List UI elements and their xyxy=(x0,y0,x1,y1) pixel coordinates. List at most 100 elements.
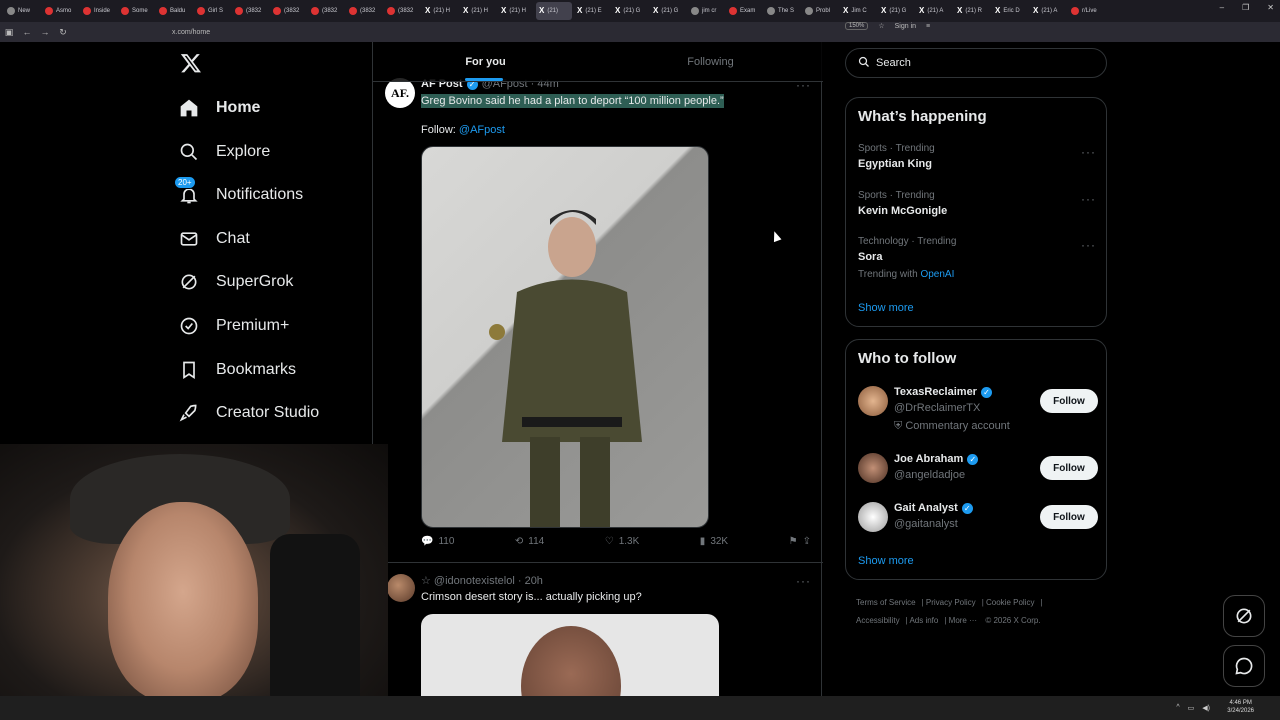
follow-button[interactable]: Follow xyxy=(1040,456,1098,480)
browser-tab[interactable]: Girl S xyxy=(194,2,230,20)
sidebar-item-notifications[interactable]: 20+ Notifications xyxy=(174,176,303,206)
avatar[interactable] xyxy=(858,502,888,532)
sign-in-button[interactable]: Sign in xyxy=(895,23,916,30)
follow-suggestion[interactable]: Gait Analyst ✓ @gaitanalyst Follow xyxy=(858,502,1098,542)
network-icon[interactable]: ▭ xyxy=(1188,704,1195,712)
x-logo-icon[interactable] xyxy=(180,52,202,74)
footer-link[interactable]: More ··· xyxy=(949,616,977,625)
share-icon[interactable]: ⇪ xyxy=(803,536,811,547)
footer-link[interactable]: Terms of Service xyxy=(856,598,916,607)
views-button[interactable]: ▮ 32K xyxy=(700,536,728,547)
sidebar-item-explore[interactable]: Explore xyxy=(178,141,270,163)
browser-tab[interactable]: X Eric D xyxy=(992,2,1028,20)
browser-tab[interactable]: X (21) E xyxy=(574,2,610,20)
browser-tab[interactable]: X (21) G xyxy=(612,2,648,20)
footer-link[interactable]: Ads info xyxy=(909,616,938,625)
browser-tab[interactable]: X (21) H xyxy=(460,2,496,20)
sidebar-item-chat[interactable]: Chat xyxy=(178,228,250,250)
minimize-icon[interactable]: – xyxy=(1220,3,1224,12)
messages-float-button[interactable] xyxy=(1223,645,1265,687)
footer-link[interactable]: Accessibility xyxy=(856,616,900,625)
sidebar-toggle-icon[interactable]: ▣ xyxy=(0,27,18,38)
reply-button[interactable]: 💬 110 xyxy=(421,536,454,547)
sidebar-item-home[interactable]: Home xyxy=(178,97,260,119)
browser-tab[interactable]: Inside xyxy=(80,2,116,20)
browser-tab[interactable]: r/Live xyxy=(1068,2,1104,20)
post[interactable]: AF. AF Post ✓ @AFpost · 44m ··· Greg Bov… xyxy=(373,78,823,563)
post-video[interactable] xyxy=(421,614,719,696)
tab-for-you[interactable]: For you xyxy=(373,42,598,81)
grok-float-button[interactable] xyxy=(1223,595,1265,637)
post[interactable]: ☆ @idonotexistelol · 20h ··· Crimson des… xyxy=(373,564,823,696)
tab-following[interactable]: Following xyxy=(598,42,823,81)
avatar[interactable] xyxy=(387,574,415,602)
volume-icon[interactable]: ◀) xyxy=(1202,704,1210,712)
reload-icon[interactable]: ↻ xyxy=(54,27,72,38)
post-image[interactable] xyxy=(421,146,709,528)
follow-button[interactable]: Follow xyxy=(1040,505,1098,529)
taskbar-clock[interactable]: 4:46 PM 3/24/2026 xyxy=(1227,699,1254,715)
browser-tab[interactable]: Asmo xyxy=(42,2,78,20)
address-bar[interactable]: x.com/home xyxy=(172,29,210,36)
menu-icon[interactable]: ≡ xyxy=(926,23,930,30)
trend-item[interactable]: Technology · Trending Sora Trending with… xyxy=(858,236,1096,280)
sidebar-item-premium[interactable]: Premium+ xyxy=(178,315,289,337)
mention-link[interactable]: @AFpost xyxy=(459,124,505,136)
browser-tab[interactable]: X (21) A xyxy=(916,2,952,20)
browser-tab[interactable]: Baldu xyxy=(156,2,192,20)
browser-tab[interactable]: (3832 xyxy=(384,2,420,20)
trend-related-link[interactable]: OpenAI xyxy=(920,269,954,280)
browser-tab[interactable]: Probl xyxy=(802,2,838,20)
avatar[interactable]: AF. xyxy=(385,78,415,108)
follow-suggestion[interactable]: Joe Abraham ✓ @angeldadjoe Follow xyxy=(858,453,1098,493)
search-input[interactable]: Search xyxy=(845,48,1107,78)
footer-link[interactable]: Privacy Policy xyxy=(926,598,976,607)
x-favicon-icon: X xyxy=(463,6,469,15)
browser-tab[interactable]: New xyxy=(4,2,40,20)
show-more-link[interactable]: Show more xyxy=(858,302,914,314)
footer-link[interactable]: Cookie Policy xyxy=(986,598,1034,607)
browser-tab[interactable]: X (21) G xyxy=(650,2,686,20)
maximize-icon[interactable]: ❐ xyxy=(1242,3,1249,12)
browser-tab[interactable]: jim cr xyxy=(688,2,724,20)
sidebar-item-bookmarks[interactable]: Bookmarks xyxy=(178,359,296,381)
follow-suggestion[interactable]: TexasReclaimer ✓ @DrReclaimerTX ⛨ Comment… xyxy=(858,386,1098,432)
browser-tab[interactable]: X (21) H xyxy=(422,2,458,20)
chevron-up-icon[interactable]: ^ xyxy=(1176,704,1179,712)
browser-tab[interactable]: X (21) G xyxy=(878,2,914,20)
forward-icon[interactable]: → xyxy=(36,27,54,37)
browser-tab[interactable]: (3832 xyxy=(346,2,382,20)
avatar[interactable] xyxy=(858,453,888,483)
bookmark-button[interactable]: ⚑ ⇪ xyxy=(789,536,811,547)
trend-item[interactable]: Sports · Trending Egyptian King ··· xyxy=(858,143,1096,170)
more-options-icon[interactable]: ··· xyxy=(1081,145,1096,159)
repost-button[interactable]: ⟲ 114 xyxy=(515,536,544,547)
more-options-icon[interactable]: ··· xyxy=(1081,192,1096,206)
sidebar-item-creator-studio[interactable]: Creator Studio xyxy=(178,402,319,424)
follow-button[interactable]: Follow xyxy=(1040,389,1098,413)
browser-tab[interactable]: Some xyxy=(118,2,154,20)
browser-tab[interactable]: (3832 xyxy=(232,2,268,20)
like-button[interactable]: ♡ 1.3K xyxy=(605,536,640,547)
browser-tab-active[interactable]: X (21) xyxy=(536,2,572,20)
browser-tab[interactable]: (3832 xyxy=(308,2,344,20)
post-header[interactable]: ☆ @idonotexistelol · 20h xyxy=(421,574,543,587)
mail-icon xyxy=(178,228,200,250)
zoom-level[interactable]: 150% xyxy=(845,22,869,30)
browser-tab[interactable]: Exam xyxy=(726,2,762,20)
more-options-icon[interactable]: ··· xyxy=(1081,238,1096,252)
back-icon[interactable]: ← xyxy=(18,27,36,37)
browser-tab[interactable]: X (21) A xyxy=(1030,2,1066,20)
bookmark-star-icon[interactable]: ☆ xyxy=(878,22,884,30)
close-icon[interactable]: ✕ xyxy=(1267,3,1274,12)
more-options-icon[interactable]: ··· xyxy=(796,574,811,588)
browser-tab[interactable]: The S xyxy=(764,2,800,20)
sidebar-item-supergrok[interactable]: SuperGrok xyxy=(178,271,293,293)
browser-tab[interactable]: (3832 xyxy=(270,2,306,20)
browser-tab[interactable]: X (21) R xyxy=(954,2,990,20)
browser-tab[interactable]: X Jim C xyxy=(840,2,876,20)
trend-item[interactable]: Sports · Trending Kevin McGonigle ··· xyxy=(858,190,1096,217)
browser-tab[interactable]: X (21) H xyxy=(498,2,534,20)
avatar[interactable] xyxy=(858,386,888,416)
show-more-link[interactable]: Show more xyxy=(858,555,914,567)
